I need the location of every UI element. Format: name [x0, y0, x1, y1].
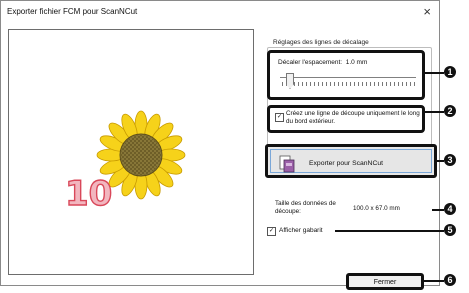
cut-data-size-label: Taille des données de découpe:	[275, 200, 336, 215]
outer-cut-line-label: Créez une ligne de découpe uniquement le…	[286, 110, 420, 125]
slider-thumb[interactable]	[286, 73, 294, 89]
export-button-face: Exporter pour ScanNCut	[270, 149, 432, 173]
callout-leader-3	[436, 160, 444, 162]
show-template-checkbox[interactable]: ✓	[267, 227, 276, 236]
close-button-label: Fermer	[373, 279, 397, 286]
slider-ticks	[282, 82, 416, 86]
outer-cut-line-option: ✓ Créez une ligne de découpe uniquement …	[267, 105, 425, 133]
callout-4: 4	[444, 203, 456, 215]
offset-spacing-slider[interactable]	[280, 73, 416, 91]
export-button-label: Exporter pour ScanNCut	[309, 160, 384, 167]
show-template-label: Afficher gabarit	[279, 227, 323, 234]
export-dialog: Exporter fichier FCM pour ScanNCut × 10 …	[0, 0, 440, 290]
offset-settings-legend: Réglages des lignes de décalage	[271, 39, 371, 46]
callout-leader-1	[424, 72, 444, 74]
cut-data-size-value: 100.0 x 67.0 mm	[353, 205, 400, 212]
callout-leader-2	[424, 111, 444, 113]
offset-spacing-label: Décaler l'espacement: 1.0 mm	[278, 59, 368, 66]
slider-track	[280, 77, 416, 81]
title-bar: Exporter fichier FCM pour ScanNCut ×	[1, 1, 439, 24]
callout-2: 2	[444, 105, 456, 117]
export-scanncut-button[interactable]: Exporter pour ScanNCut	[265, 144, 437, 178]
close-icon[interactable]: ×	[423, 4, 431, 19]
callout-leader-6	[423, 280, 444, 282]
callout-leader-4	[432, 209, 444, 211]
outer-cut-line-checkbox[interactable]: ✓	[275, 113, 284, 122]
cut-data-size-info: Taille des données de découpe: 100.0 x 6…	[267, 194, 433, 220]
callout-5: 5	[444, 224, 456, 236]
preview-pane: 10	[8, 29, 254, 275]
number-ten-graphic: 10	[65, 174, 112, 214]
callout-1: 1	[444, 66, 456, 78]
close-button[interactable]: Fermer	[346, 273, 424, 290]
callout-leader-5	[335, 230, 444, 232]
callout-3: 3	[444, 154, 456, 166]
window-title: Exporter fichier FCM pour ScanNCut	[7, 7, 138, 16]
export-file-icon	[279, 155, 295, 173]
sunflower-preview-image: 10	[64, 110, 186, 215]
callout-6: 6	[444, 274, 456, 286]
offset-spacing-control: Décaler l'espacement: 1.0 mm	[267, 50, 425, 100]
